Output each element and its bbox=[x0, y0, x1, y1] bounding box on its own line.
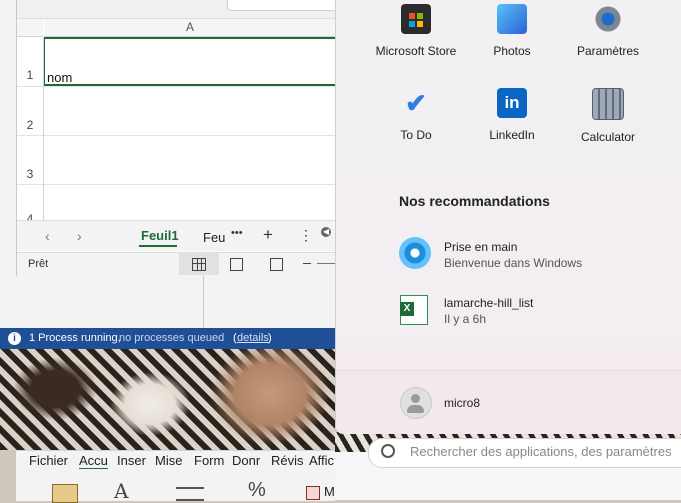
window-divider bbox=[203, 276, 204, 328]
app-microsoft-store[interactable]: Microsoft Store bbox=[368, 4, 464, 58]
app-label: Photos bbox=[493, 44, 531, 58]
sheet-tabs-bar: ‹ › Feuil1 Feu ••• + ⋮ ◀ bbox=[17, 220, 336, 251]
scroll-left-icon[interactable]: ◀ bbox=[321, 227, 331, 237]
row-header-1[interactable]: 1 bbox=[17, 68, 43, 82]
selected-cell-a1[interactable]: nom bbox=[43, 37, 335, 86]
app-calculator[interactable]: Calculator bbox=[560, 88, 656, 144]
user-account-button[interactable]: micro8 bbox=[391, 385, 631, 421]
excel-file-icon: X bbox=[400, 295, 428, 325]
recommendation-excel-file[interactable]: X lamarche-hill_list Il y a 6h bbox=[391, 288, 671, 332]
start-menu-footer: micro8 bbox=[336, 370, 681, 434]
page-break-icon[interactable] bbox=[270, 258, 283, 271]
app-todo[interactable]: ✔ To Do bbox=[368, 88, 464, 142]
user-name: micro8 bbox=[444, 396, 481, 410]
start-menu: Microsoft Store Photos Paramètres ✔ To D… bbox=[335, 0, 681, 434]
app-label: Calculator bbox=[580, 130, 636, 144]
calculator-icon bbox=[592, 88, 624, 120]
zoom-slider[interactable] bbox=[317, 263, 336, 264]
process-queued-text: no processes queued bbox=[119, 332, 225, 344]
select-all-corner[interactable] bbox=[17, 19, 43, 37]
search-icon bbox=[381, 444, 395, 458]
paste-icon[interactable] bbox=[52, 484, 78, 503]
sheet-tab-feuil2[interactable]: Feu bbox=[203, 230, 225, 245]
sheet-options-button[interactable]: ⋮ bbox=[299, 227, 313, 244]
details-paren-close: ) bbox=[268, 332, 272, 344]
font-icon[interactable]: A bbox=[114, 479, 128, 503]
recommendation-subtitle: Il y a 6h bbox=[444, 312, 487, 326]
app-photos[interactable]: Photos bbox=[464, 4, 560, 58]
app-label: Paramètres bbox=[576, 44, 640, 58]
ribbon-tab-formules[interactable]: Form bbox=[194, 453, 224, 468]
app-label: To Do bbox=[400, 128, 432, 142]
percent-icon[interactable]: % bbox=[248, 479, 266, 502]
recommendation-subtitle: Bienvenue dans Windows bbox=[444, 256, 583, 270]
avatar bbox=[400, 387, 432, 419]
formula-input-fragment[interactable] bbox=[227, 0, 339, 11]
recommendation-prise-en-main[interactable]: Prise en main Bienvenue dans Windows bbox=[391, 232, 671, 276]
app-label: Microsoft Store bbox=[375, 44, 457, 58]
microsoft-store-icon bbox=[401, 4, 431, 34]
ribbon-tab-revision[interactable]: Révis bbox=[271, 453, 304, 468]
row-divider bbox=[17, 184, 336, 185]
status-ready: Prêt bbox=[28, 258, 49, 270]
excel-window: A 1 nom 2 3 4 ‹ › Feuil1 Feu ••• + ⋮ ◀ P… bbox=[0, 0, 339, 330]
sheet-tab-feuil1[interactable]: Feuil1 bbox=[141, 228, 179, 243]
row-header-divider bbox=[43, 37, 44, 220]
table-format-icon[interactable] bbox=[306, 486, 320, 500]
cell-a2[interactable] bbox=[44, 87, 336, 135]
settings-gear-icon bbox=[593, 4, 623, 34]
ribbon-tab-insertion[interactable]: Inser bbox=[117, 453, 146, 468]
active-tab-indicator bbox=[139, 245, 177, 247]
align-icon[interactable] bbox=[176, 487, 204, 501]
row-header-2[interactable]: 2 bbox=[17, 118, 43, 132]
add-sheet-button[interactable]: + bbox=[263, 225, 273, 245]
ribbon-partial-label: M bbox=[324, 484, 335, 499]
prev-sheet-icon[interactable]: ‹ bbox=[45, 228, 50, 244]
recommendation-title: Prise en main bbox=[444, 240, 518, 254]
app-parametres[interactable]: Paramètres bbox=[560, 4, 656, 58]
info-icon: i bbox=[8, 332, 21, 345]
search-input[interactable]: Rechercher des applications, des paramèt… bbox=[410, 444, 672, 459]
photos-icon bbox=[497, 4, 527, 34]
next-sheet-icon[interactable]: › bbox=[77, 228, 82, 244]
start-search-box[interactable]: Rechercher des applications, des paramèt… bbox=[368, 438, 681, 468]
row-header-3[interactable]: 3 bbox=[17, 167, 43, 181]
ribbon-tab-accueil[interactable]: Accu bbox=[79, 453, 108, 468]
recommendations-title: Nos recommandations bbox=[399, 193, 550, 209]
app-label: LinkedIn bbox=[489, 128, 535, 142]
normal-view-button[interactable] bbox=[179, 253, 219, 275]
ribbon-tab-affichage[interactable]: Affic bbox=[309, 453, 334, 468]
details-link[interactable]: details bbox=[237, 328, 269, 349]
cell-a3[interactable] bbox=[44, 136, 336, 184]
ribbon-tab-fichier[interactable]: Fichier bbox=[29, 453, 68, 468]
more-sheets-button[interactable]: ••• bbox=[231, 227, 243, 239]
excel-sheet-area: A 1 nom 2 3 4 ‹ › Feuil1 Feu ••• + ⋮ ◀ P… bbox=[16, 0, 339, 276]
ribbon-tab-mise-en-page[interactable]: Mise bbox=[155, 453, 182, 468]
page-layout-icon[interactable] bbox=[230, 258, 243, 271]
todo-icon: ✔ bbox=[405, 88, 427, 118]
get-started-icon bbox=[399, 237, 431, 269]
zoom-out-icon[interactable] bbox=[303, 263, 311, 264]
linkedin-icon: in bbox=[497, 88, 527, 118]
process-running-text: 1 Process running, bbox=[29, 332, 121, 344]
grid-view-icon bbox=[192, 258, 206, 271]
column-header-a[interactable]: A bbox=[44, 19, 336, 37]
row-header-4[interactable]: 4 bbox=[17, 212, 43, 220]
app-linkedin[interactable]: in LinkedIn bbox=[464, 88, 560, 142]
desktop-wallpaper bbox=[0, 349, 335, 450]
cell-a1-value: nom bbox=[47, 70, 73, 85]
process-status-bar: i 1 Process running, no processes queued… bbox=[0, 328, 335, 349]
status-bar: Prêt bbox=[17, 252, 336, 276]
excel-ribbon: Fichier Accu Inser Mise Form Donr Révis … bbox=[16, 450, 335, 503]
recommendation-title: lamarche-hill_list bbox=[444, 296, 534, 310]
ribbon-tab-donnees[interactable]: Donr bbox=[232, 453, 260, 468]
